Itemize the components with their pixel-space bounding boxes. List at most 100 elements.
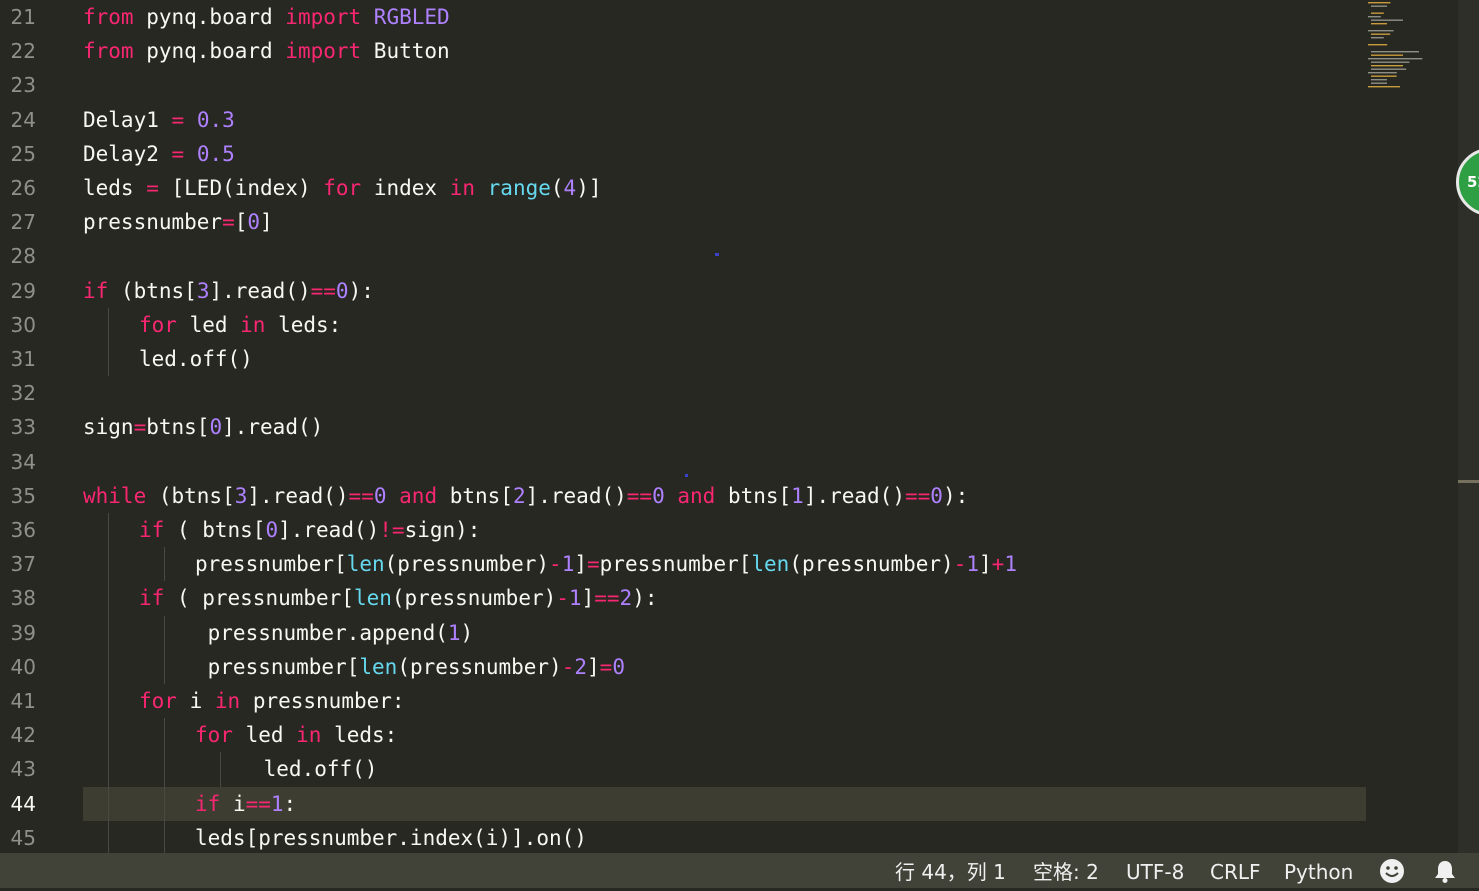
indent-guide	[108, 786, 110, 821]
scrollbar-thumb[interactable]	[1458, 480, 1479, 483]
code-token: btns[	[715, 483, 792, 508]
code-line[interactable]: 23	[0, 68, 1366, 102]
smiley-icon[interactable]	[1378, 858, 1406, 884]
language-mode[interactable]: Python	[1284, 853, 1353, 891]
code-token: leds[pressnumber.index(i)].on()	[195, 825, 587, 850]
minimap-line	[1371, 65, 1403, 67]
minimap-line	[1368, 86, 1400, 88]
code-token: ].read()	[278, 518, 380, 542]
code-token: if	[83, 278, 109, 303]
code-token: 1	[561, 552, 575, 577]
code-line[interactable]: 41 for i in pressnumber:	[0, 684, 1366, 719]
code-token: in	[214, 689, 241, 713]
code-token: -	[556, 586, 569, 611]
code-token: 1	[1004, 552, 1017, 577]
code-token: ):	[632, 586, 658, 611]
code-line[interactable]: 45 leds[pressnumber.index(i)].on()	[0, 820, 1366, 853]
vertical-scrollbar[interactable]	[1458, 0, 1479, 853]
indent-guide	[108, 547, 110, 582]
code-token: (	[550, 176, 564, 200]
minimap-line	[1368, 16, 1381, 18]
code-line[interactable]: 30 for led in leds:	[0, 307, 1366, 342]
code-line[interactable]: 42 for led in leds:	[0, 718, 1366, 753]
line-number: 43	[10, 757, 36, 782]
code-token: ==	[904, 483, 931, 508]
code-token: leds:	[265, 312, 342, 337]
line-number: 27	[10, 210, 36, 235]
code-token: 0	[652, 483, 665, 508]
code-token: ]	[979, 552, 992, 577]
code-token: 0	[209, 415, 223, 440]
code-line[interactable]: 44 if i==1:	[0, 786, 1366, 821]
code-token: range	[487, 176, 551, 200]
line-number: 40	[10, 654, 36, 679]
code-line[interactable]: 25 Delay2 = 0.5	[0, 137, 1366, 171]
code-token: 0	[612, 654, 625, 679]
code-token: -	[561, 654, 575, 679]
line-number: 42	[10, 723, 36, 748]
code-line[interactable]: 43 led.off()	[0, 752, 1366, 787]
indent-guide	[164, 718, 166, 753]
code-text: sign=btns[0].read()	[83, 410, 323, 444]
code-line[interactable]: 26 leds = [LED(index) for index in range(…	[0, 171, 1366, 205]
line-number: 29	[10, 278, 36, 303]
code-token: =	[222, 210, 235, 235]
minimap-line	[1371, 68, 1407, 70]
minimap-line	[1371, 5, 1387, 7]
minimap-line	[1368, 58, 1423, 60]
minimap[interactable]	[1366, 0, 1456, 100]
code-token: (pressnumber)	[397, 654, 562, 679]
code-token: import	[285, 39, 362, 64]
cursor-position[interactable]: 行 44，列 1	[895, 853, 1006, 891]
code-text: for led in leds:	[139, 308, 341, 342]
encoding-setting[interactable]: UTF-8	[1126, 853, 1184, 891]
code-token: in	[449, 176, 475, 200]
code-token: 0	[373, 483, 387, 508]
code-token: in	[296, 723, 322, 748]
code-token: len	[346, 552, 385, 577]
code-token: and	[399, 483, 438, 508]
code-line[interactable]: 29 if (btns[3].read()==0):	[0, 274, 1366, 308]
code-token: pressnumber[	[599, 552, 752, 577]
indentation-setting[interactable]: 空格: 2	[1033, 853, 1099, 891]
code-line[interactable]: 39 pressnumber.append(1)	[0, 615, 1366, 650]
indent-guide	[220, 752, 222, 787]
code-token: from	[83, 39, 134, 64]
code-line[interactable]: 28	[0, 239, 1366, 273]
code-line[interactable]: 24 Delay1 = 0.3	[0, 103, 1366, 137]
code-token: 1	[568, 586, 582, 611]
code-token: +	[991, 552, 1005, 577]
code-token: ==	[626, 483, 653, 508]
code-token: ].read()	[247, 483, 349, 508]
code-line[interactable]: 33 sign=btns[0].read()	[0, 410, 1366, 444]
code-token: ==	[594, 586, 620, 611]
code-token: Delay1	[83, 107, 172, 132]
code-token: led.off()	[251, 757, 378, 782]
line-number: 33	[10, 415, 36, 440]
code-text: Delay2 = 0.5	[83, 137, 235, 171]
code-line[interactable]: 37 pressnumber[len(pressnumber)-1]=pressn…	[0, 547, 1366, 582]
code-line[interactable]: 38 if ( pressnumber[len(pressnumber)-1]==…	[0, 581, 1366, 616]
code-token: ==	[245, 791, 271, 816]
bell-icon[interactable]	[1432, 858, 1458, 884]
code-line[interactable]: 35 while (btns[3].read()==0 and btns[2].r…	[0, 479, 1366, 513]
line-ending-setting[interactable]: CRLF	[1210, 853, 1261, 891]
code-text: pressnumber[len(pressnumber)-1]=pressnum…	[195, 547, 1017, 581]
code-text: if i==1:	[195, 787, 296, 821]
code-line[interactable]: 40 pressnumber[len(pressnumber)-2]=0	[0, 649, 1366, 684]
code-token: 0	[335, 278, 349, 303]
code-line[interactable]: 32	[0, 376, 1366, 410]
code-line[interactable]: 31 led.off()	[0, 342, 1366, 377]
code-line[interactable]: 27 pressnumber=[0]	[0, 205, 1366, 239]
code-token: ):	[348, 278, 374, 303]
code-editor[interactable]: 21 from pynq.board import RGBLED 22 from py…	[0, 0, 1479, 853]
code-line[interactable]: 22 from pynq.board import Button	[0, 34, 1366, 68]
indent-guide	[164, 820, 166, 853]
code-line[interactable]: 34	[0, 445, 1366, 479]
code-line[interactable]: 36 if ( btns[0].read()!=sign):	[0, 513, 1366, 548]
minimap-line	[1368, 44, 1388, 46]
code-line[interactable]: 21 from pynq.board import RGBLED	[0, 0, 1366, 34]
stray-mark	[685, 474, 688, 477]
code-token: len	[353, 586, 392, 611]
